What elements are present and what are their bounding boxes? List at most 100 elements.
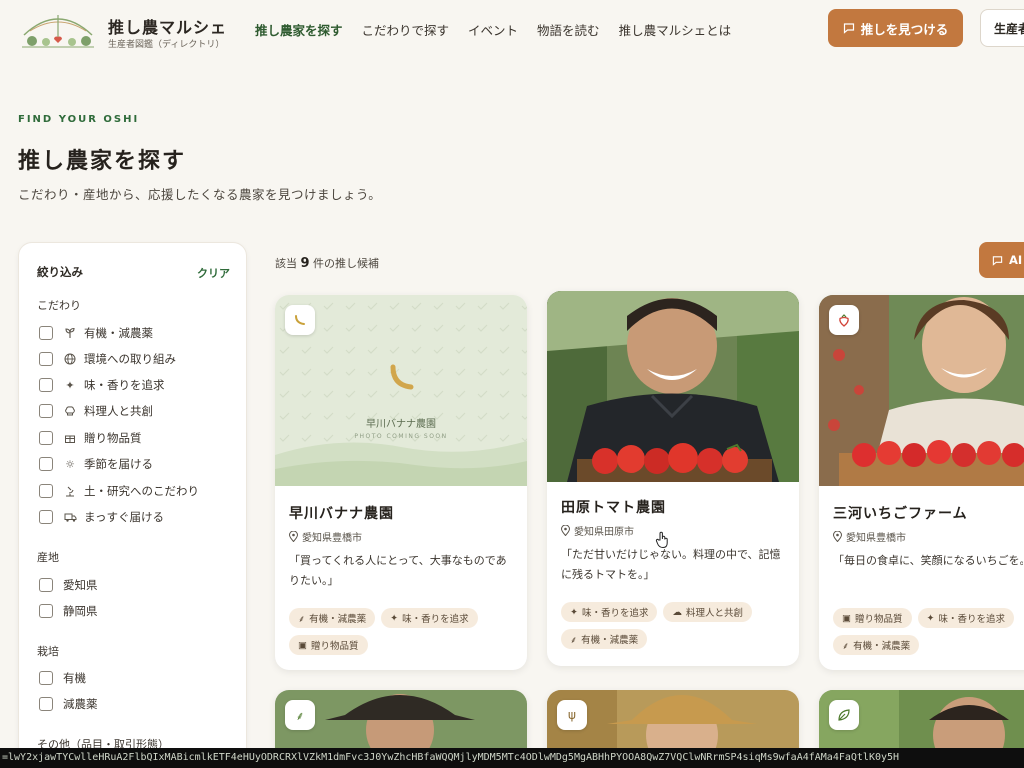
- tag-label: 有機・減農薬: [581, 635, 639, 646]
- filter-label: 減農薬: [63, 697, 98, 711]
- card-location: 愛知県豊橋市: [833, 529, 906, 544]
- filter-gennoyaku[interactable]: 減農薬: [39, 696, 98, 712]
- filter-label: 有機・減農薬: [84, 326, 153, 340]
- ai-search-label: AI: [1009, 253, 1023, 267]
- filter-label: 愛知県: [63, 578, 98, 592]
- tag[interactable]: ✦ 味・香りを追求: [561, 602, 658, 622]
- placeholder-title: 早川バナナ農園: [366, 419, 436, 430]
- card-tags: ⸙ 有機・減農薬 ✦ 味・香りを追求 ▣ 贈り物品質: [289, 608, 519, 655]
- tag[interactable]: ▣ 贈り物品質: [833, 608, 912, 628]
- checkbox[interactable]: [39, 510, 53, 524]
- sparkle-icon: ✦: [65, 378, 75, 392]
- group-sanchi-label: 産地: [37, 551, 59, 564]
- filter-label: 静岡県: [63, 604, 98, 618]
- find-oshi-button[interactable]: 推しを見つける: [828, 9, 963, 47]
- nav-stories[interactable]: 物語を読む: [537, 20, 600, 39]
- filter-clear-button[interactable]: クリア: [197, 265, 230, 281]
- checkbox[interactable]: [39, 671, 53, 685]
- tag[interactable]: ⸙ 有機・減農薬: [833, 635, 920, 655]
- nav-about[interactable]: 推し農マルシェとは: [619, 20, 732, 39]
- ai-search-button[interactable]: AI: [979, 242, 1024, 278]
- wheat-icon: ψ: [557, 700, 587, 730]
- sun-icon: ☼: [65, 457, 75, 471]
- brand-subtitle: 生産者図鑑（ディレクトリ）: [108, 40, 225, 50]
- checkbox[interactable]: [39, 431, 53, 445]
- card-quote: 「買ってくれる人にとって、大事なものでありたい。」: [289, 554, 507, 587]
- result-suffix: 件の推し候補: [313, 257, 380, 270]
- checkbox[interactable]: [39, 457, 53, 471]
- sparkle-icon: ✦: [390, 612, 399, 624]
- truck-icon: [63, 510, 77, 524]
- chat-icon: [843, 23, 854, 34]
- card-location: 愛知県田原市: [561, 523, 634, 538]
- sparkle-icon: ✦: [926, 612, 935, 624]
- card-farm-name[interactable]: 早川バナナ農園: [289, 503, 394, 523]
- filter-label: 環境への取り組み: [84, 352, 176, 366]
- card-quote: 「毎日の食卓に、笑顔になるいちごを。」: [833, 554, 1023, 567]
- tag-label: 料理人と共創: [685, 608, 743, 619]
- filter-label: 土・研究へのこだわり: [84, 484, 199, 498]
- tag[interactable]: ⸙ 有機・減農薬: [561, 629, 648, 649]
- filter-label: 料理人と共創: [84, 404, 153, 418]
- checkbox[interactable]: [39, 578, 53, 592]
- tag-label: 味・香りを追求: [938, 614, 1005, 625]
- filter-gift[interactable]: 贈り物品質: [39, 430, 142, 446]
- pin-icon: [289, 531, 298, 542]
- strawberry-icon: [829, 305, 859, 335]
- sprout-icon: [63, 326, 77, 340]
- producer-button[interactable]: 生産者: [980, 9, 1024, 47]
- tag[interactable]: ✦ 味・香りを追求: [381, 608, 478, 628]
- producer-label: 生産者: [994, 21, 1024, 36]
- farm-card[interactable]: 田原トマト農園 愛知県田原市 「ただ甘いだけじゃない。料理の中で、記憶に残るトマ…: [547, 291, 799, 666]
- filter-label: まっすぐ届ける: [84, 510, 165, 524]
- sprout-icon: ⸙: [570, 634, 578, 646]
- filter-direct[interactable]: まっすぐ届ける: [39, 509, 164, 525]
- pin-icon: [561, 525, 570, 536]
- card-farm-name[interactable]: 田原トマト農園: [561, 497, 666, 517]
- checkbox[interactable]: [39, 404, 53, 418]
- filter-environment[interactable]: 環境への取り組み: [39, 351, 176, 367]
- url-status-bar: =lwY2xjawTYCwlleHRuA2FlbQIxMABicmlkETF4e…: [0, 748, 1024, 768]
- nav-kodawari[interactable]: こだわりで探す: [362, 20, 450, 39]
- filter-label: 味・香りを追求: [84, 378, 165, 392]
- result-number: 9: [300, 256, 310, 271]
- filter-organic[interactable]: 有機・減農薬: [39, 325, 153, 341]
- card-tags: ✦ 味・香りを追求 ☁ 料理人と共創 ⸙ 有機・減農薬: [561, 602, 791, 649]
- globe-icon: [63, 352, 77, 366]
- nav-events[interactable]: イベント: [468, 20, 518, 39]
- logo-icon[interactable]: [16, 9, 100, 51]
- card-farm-name[interactable]: 三河いちごファーム: [833, 503, 968, 523]
- checkbox[interactable]: [39, 697, 53, 711]
- farm-card[interactable]: 三河いちごファーム 愛知県豊橋市 「毎日の食卓に、笑顔になるいちごを。」 ▣ 贈り…: [819, 295, 1024, 670]
- nav-find-farmers[interactable]: 推し農家を探す: [255, 20, 343, 39]
- filter-aichi[interactable]: 愛知県: [39, 577, 98, 593]
- gift-icon: [63, 431, 77, 445]
- tag-label: 有機・減農薬: [853, 641, 911, 652]
- farm-card[interactable]: 早川バナナ農園 PHOTO COMING SOON 早川バナナ農園 愛知県豊橋市…: [275, 295, 527, 670]
- checkbox[interactable]: [39, 484, 53, 498]
- chef-hat-icon: ☁: [672, 606, 682, 618]
- hand-cursor-icon: [655, 531, 668, 549]
- gift-icon: ▣: [842, 612, 851, 624]
- tag[interactable]: ☁ 料理人と共創: [663, 602, 752, 622]
- filter-flavor[interactable]: ✦ 味・香りを追求: [39, 377, 165, 393]
- chat-icon: [992, 255, 1003, 266]
- checkbox[interactable]: [39, 378, 53, 392]
- filter-yuki[interactable]: 有機: [39, 670, 86, 686]
- tag-label: 贈り物品質: [854, 614, 903, 625]
- checkbox[interactable]: [39, 604, 53, 618]
- checkbox[interactable]: [39, 352, 53, 366]
- chef-hat-icon: [63, 404, 77, 418]
- tag-label: 有機・減農薬: [309, 614, 367, 625]
- tag[interactable]: ✦ 味・香りを追求: [917, 608, 1014, 628]
- tag[interactable]: ⸙ 有機・減農薬: [289, 608, 376, 628]
- brand-title[interactable]: 推し農マルシェ: [108, 14, 227, 38]
- checkbox[interactable]: [39, 326, 53, 340]
- filter-season[interactable]: ☼ 季節を届ける: [39, 456, 153, 472]
- farmer-photo: [547, 291, 799, 482]
- filter-chef[interactable]: 料理人と共創: [39, 403, 153, 419]
- card-tags: ▣ 贈り物品質 ✦ 味・香りを追求 ⸙ 有機・減農薬: [833, 608, 1023, 655]
- filter-shizuoka[interactable]: 静岡県: [39, 603, 98, 619]
- tag[interactable]: ▣ 贈り物品質: [289, 635, 368, 655]
- filter-soil-research[interactable]: 土・研究へのこだわり: [39, 483, 199, 499]
